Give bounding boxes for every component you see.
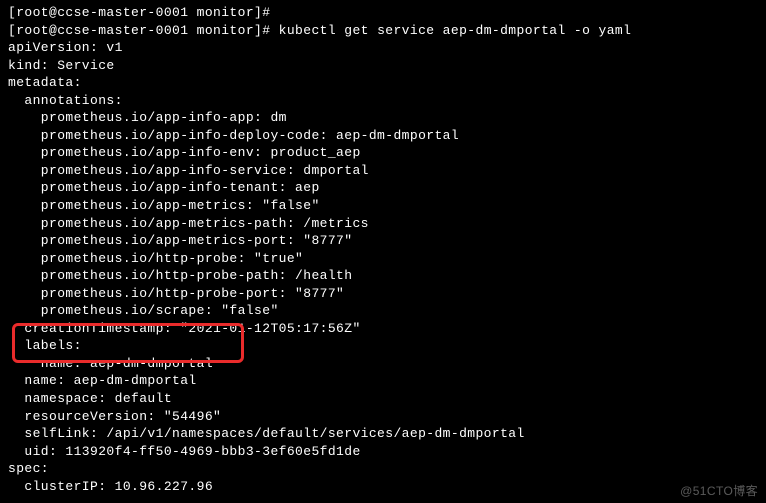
output-line-label-name: name: aep-dm-dmportal bbox=[8, 355, 758, 373]
output-line: annotations: bbox=[8, 92, 758, 110]
output-line: namespace: default bbox=[8, 390, 758, 408]
output-line: prometheus.io/scrape: "false" bbox=[8, 302, 758, 320]
output-line: selfLink: /api/v1/namespaces/default/ser… bbox=[8, 425, 758, 443]
output-line: prometheus.io/http-probe-port: "8777" bbox=[8, 285, 758, 303]
output-line: prometheus.io/app-info-tenant: aep bbox=[8, 179, 758, 197]
prompt-line-empty: [root@ccse-master-0001 monitor]# bbox=[8, 4, 758, 22]
shell-prompt: [root@ccse-master-0001 monitor]# bbox=[8, 23, 279, 38]
output-line: metadata: bbox=[8, 74, 758, 92]
watermark-text: @51CTO博客 bbox=[680, 483, 758, 499]
output-line: name: aep-dm-dmportal bbox=[8, 372, 758, 390]
output-line: prometheus.io/http-probe: "true" bbox=[8, 250, 758, 268]
output-line: prometheus.io/app-info-service: dmportal bbox=[8, 162, 758, 180]
output-line: clusterIP: 10.96.227.96 bbox=[8, 478, 758, 496]
output-line: prometheus.io/app-info-deploy-code: aep-… bbox=[8, 127, 758, 145]
output-line: prometheus.io/app-metrics-path: /metrics bbox=[8, 215, 758, 233]
output-line: kind: Service bbox=[8, 57, 758, 75]
command-input[interactable]: kubectl get service aep-dm-dmportal -o y… bbox=[279, 23, 632, 38]
output-line: prometheus.io/app-info-env: product_aep bbox=[8, 144, 758, 162]
output-line: apiVersion: v1 bbox=[8, 39, 758, 57]
output-line: prometheus.io/http-probe-path: /health bbox=[8, 267, 758, 285]
output-line: uid: 113920f4-ff50-4969-bbb3-3ef60e5fd1d… bbox=[8, 443, 758, 461]
output-line: prometheus.io/app-metrics-port: "8777" bbox=[8, 232, 758, 250]
prompt-line-command[interactable]: [root@ccse-master-0001 monitor]# kubectl… bbox=[8, 22, 758, 40]
output-line: prometheus.io/app-info-app: dm bbox=[8, 109, 758, 127]
shell-prompt: [root@ccse-master-0001 monitor]# bbox=[8, 5, 279, 20]
output-line-labels: labels: bbox=[8, 337, 758, 355]
output-line: spec: bbox=[8, 460, 758, 478]
output-line: prometheus.io/app-metrics: "false" bbox=[8, 197, 758, 215]
output-line: resourceVersion: "54496" bbox=[8, 408, 758, 426]
output-line: creationTimestamp: "2021-01-12T05:17:56Z… bbox=[8, 320, 758, 338]
